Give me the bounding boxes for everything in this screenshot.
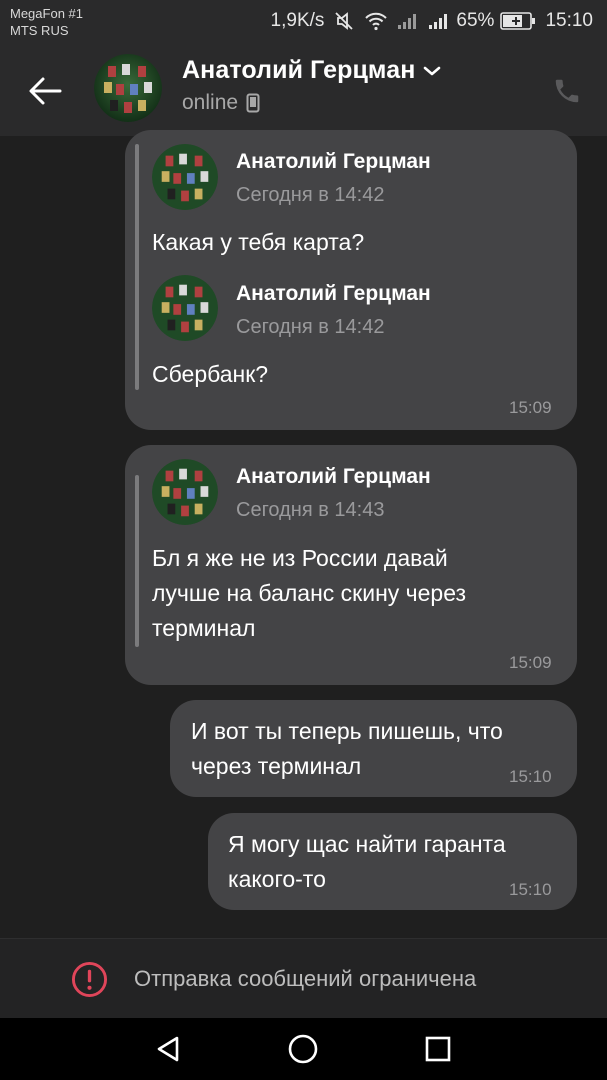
message-bubble[interactable]: Анатолий Герцман Сегодня в 14:42 Какая у… bbox=[125, 130, 577, 430]
clock: 15:10 bbox=[545, 10, 593, 31]
message-time: 15:09 bbox=[509, 398, 552, 417]
forward-sender-name[interactable]: Анатолий Герцман bbox=[236, 282, 431, 306]
wifi-icon bbox=[364, 11, 388, 31]
forward-text: Бл я же не из России давай лучше на бала… bbox=[152, 541, 466, 646]
message-text: Я могу щас найти гаранта какого-то bbox=[228, 827, 506, 897]
phone-icon bbox=[555, 79, 579, 103]
chat-screen: MegaFon #1 MTS RUS 1,9K/s 65% 15:10 Анат… bbox=[0, 0, 607, 1080]
forward-sender-name[interactable]: Анатолий Герцман bbox=[236, 150, 431, 174]
call-button[interactable] bbox=[548, 72, 586, 110]
avatar[interactable] bbox=[94, 54, 162, 122]
message-time: 15:10 bbox=[509, 767, 552, 786]
forward-date: Сегодня в 14:42 bbox=[236, 184, 385, 206]
status-icons: 1,9K/s 65% 15:10 bbox=[271, 8, 593, 34]
mute-icon bbox=[333, 10, 355, 32]
forward-sender-name[interactable]: Анатолий Герцман bbox=[236, 465, 431, 489]
contact-status-row: online bbox=[182, 91, 260, 115]
warning-icon bbox=[71, 961, 108, 998]
status-bar: MegaFon #1 MTS RUS 1,9K/s 65% 15:10 bbox=[0, 0, 607, 44]
chevron-down-icon bbox=[424, 66, 441, 75]
message-time: 15:10 bbox=[509, 880, 552, 899]
text-line: через терминал bbox=[191, 753, 362, 779]
contact-name-row[interactable]: Анатолий Герцман bbox=[182, 56, 441, 85]
carrier-line-1: MegaFon #1 bbox=[10, 6, 83, 21]
message-restriction-bar: Отправка сообщений ограничена bbox=[0, 938, 607, 1018]
message-bubble[interactable]: Анатолий Герцман Сегодня в 14:43 Бл я же… bbox=[125, 445, 577, 685]
network-speed: 1,9K/s bbox=[270, 10, 325, 31]
carrier-info: MegaFon #1 MTS RUS bbox=[10, 5, 83, 39]
avatar-image bbox=[94, 54, 162, 122]
text-line: Бл я же не из России давай bbox=[152, 545, 448, 571]
message-time: 15:09 bbox=[509, 653, 552, 672]
system-nav-bar bbox=[0, 1018, 607, 1080]
battery-icon bbox=[500, 11, 536, 31]
back-button[interactable] bbox=[22, 68, 68, 114]
forward-date: Сегодня в 14:42 bbox=[236, 316, 385, 338]
home-circle-icon bbox=[288, 1034, 318, 1064]
signal-icon bbox=[428, 12, 450, 30]
nav-recents-button[interactable] bbox=[421, 1032, 455, 1066]
text-line: Я могу щас найти гаранта bbox=[228, 831, 506, 857]
message-bubble[interactable]: И вот ты теперь пишешь, что через термин… bbox=[170, 700, 577, 797]
forward-indicator bbox=[135, 475, 139, 647]
restriction-text: Отправка сообщений ограничена bbox=[134, 966, 477, 991]
text-line: И вот ты теперь пишешь, что bbox=[191, 718, 503, 744]
forward-date: Сегодня в 14:43 bbox=[236, 499, 385, 521]
forward-avatar[interactable] bbox=[152, 275, 218, 341]
message-bubble[interactable]: Я могу щас найти гаранта какого-то 15:10 bbox=[208, 813, 577, 910]
forward-indicator bbox=[135, 144, 139, 390]
back-arrow-icon bbox=[29, 77, 62, 105]
mobile-device-icon bbox=[246, 93, 260, 113]
forward-avatar[interactable] bbox=[152, 459, 218, 525]
avatar-image bbox=[152, 275, 218, 341]
forward-text: Сбербанк? bbox=[152, 361, 269, 387]
battery-percent: 65% bbox=[456, 10, 495, 31]
text-line: какого-то bbox=[228, 866, 326, 892]
chat-header: Анатолий Герцман online bbox=[0, 44, 607, 136]
nav-home-button[interactable] bbox=[286, 1032, 320, 1066]
forward-text: Какая у тебя карта? bbox=[152, 229, 365, 255]
carrier-line-2: MTS RUS bbox=[10, 23, 69, 38]
avatar-image bbox=[152, 459, 218, 525]
back-triangle-icon bbox=[157, 1036, 179, 1062]
text-line: терминал bbox=[152, 615, 256, 641]
avatar-image bbox=[152, 144, 218, 210]
text-line: лучше на баланс скину через bbox=[152, 580, 467, 606]
signal-icon bbox=[397, 12, 419, 30]
contact-name: Анатолий Герцман bbox=[182, 56, 416, 84]
recents-square-icon bbox=[425, 1036, 451, 1062]
contact-status: online bbox=[182, 91, 239, 114]
forward-avatar[interactable] bbox=[152, 144, 218, 210]
battery-group: 65% bbox=[428, 10, 536, 32]
message-text: И вот ты теперь пишешь, что через термин… bbox=[191, 714, 503, 784]
nav-back-button[interactable] bbox=[151, 1032, 185, 1066]
